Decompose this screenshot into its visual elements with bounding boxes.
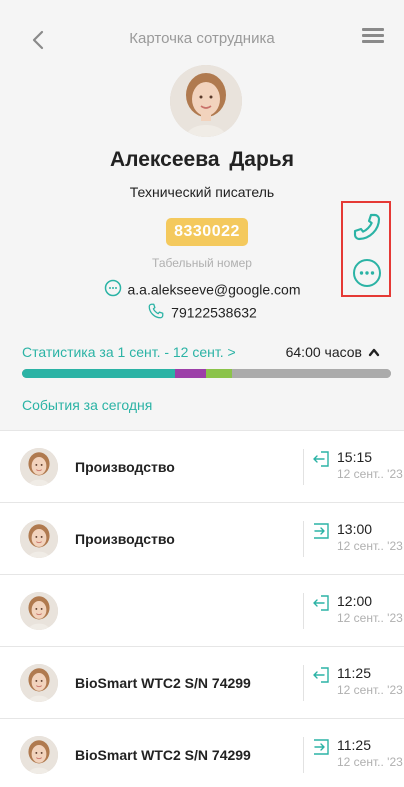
exit-icon: [312, 595, 330, 611]
divider: [303, 737, 304, 773]
avatar: [20, 664, 58, 702]
email-text: a.a.alekseeve@google.com: [127, 281, 301, 298]
event-time: 12:00: [337, 593, 373, 609]
chat-icon: [104, 279, 122, 300]
events-list: Производство 15:15 12 сент.. '23 Производст…: [0, 430, 404, 787]
bar-segment: [175, 369, 207, 378]
hours-total: 64:00 часов: [285, 344, 362, 360]
event-time: 13:00: [337, 521, 373, 537]
phone-icon: [353, 213, 381, 241]
stats-period-link[interactable]: Статистика за 1 сент. - 12 сент. >: [22, 344, 236, 360]
event-date: 12 сент.. '23: [337, 683, 403, 697]
contact-actions-highlight: [341, 201, 391, 297]
event-date: 12 сент.. '23: [337, 755, 403, 769]
entry-icon: [312, 523, 330, 539]
list-item[interactable]: Производство 13:00 12 сент.. '23: [0, 503, 404, 575]
hours-progress-bar: [22, 369, 391, 378]
list-item[interactable]: BioSmart WTC2 S/N 74299 11:25 12 сент.. '2…: [0, 647, 404, 719]
call-button[interactable]: [349, 209, 385, 245]
avatar: [20, 592, 58, 630]
exit-icon: [312, 451, 330, 467]
chat-icon: [353, 259, 381, 287]
chevron-up-icon: [368, 344, 380, 360]
bar-segment: [206, 369, 233, 378]
avatar: [20, 448, 58, 486]
message-button[interactable]: [349, 255, 385, 291]
event-location: Производство: [75, 459, 175, 475]
list-item[interactable]: 12:00 12 сент.. '23: [0, 575, 404, 647]
list-item[interactable]: BioSmart WTC2 S/N 74299 11:25 12 сент.. '2…: [0, 719, 404, 787]
event-time: 11:25: [337, 737, 371, 753]
event-date: 12 сент.. '23: [337, 467, 403, 481]
entry-icon: [312, 739, 330, 755]
divider: [303, 449, 304, 485]
employee-position: Технический писатель: [129, 184, 275, 200]
avatar: [20, 520, 58, 558]
events-title: События за сегодня: [22, 397, 153, 413]
page-title: Карточка сотрудника: [129, 30, 275, 47]
phone-icon: [147, 302, 165, 323]
phone-row[interactable]: 79122538632: [0, 302, 404, 323]
employee-name: Алексеева Дарья: [110, 148, 294, 171]
event-location: Производство: [75, 531, 175, 547]
avatar: [170, 65, 242, 137]
divider: [303, 593, 304, 629]
top-bar: Карточка сотрудника: [0, 22, 404, 58]
bar-segment: [232, 369, 391, 378]
exit-icon: [312, 667, 330, 683]
list-item[interactable]: Производство 15:15 12 сент.. '23: [0, 431, 404, 503]
avatar: [20, 736, 58, 774]
bar-segment: [22, 369, 176, 378]
event-location: BioSmart WTC2 S/N 74299: [75, 675, 251, 691]
divider: [303, 665, 304, 701]
event-time: 15:15: [337, 449, 373, 465]
event-date: 12 сент.. '23: [337, 539, 403, 553]
event-time: 11:25: [337, 665, 371, 681]
event-date: 12 сент.. '23: [337, 611, 403, 625]
event-location: BioSmart WTC2 S/N 74299: [75, 747, 251, 763]
menu-icon[interactable]: [362, 28, 384, 48]
hours-toggle[interactable]: 64:00 часов: [286, 344, 380, 360]
divider: [303, 521, 304, 557]
phone-text: 79122538632: [171, 304, 257, 321]
badge-number: 8330022: [166, 218, 248, 246]
